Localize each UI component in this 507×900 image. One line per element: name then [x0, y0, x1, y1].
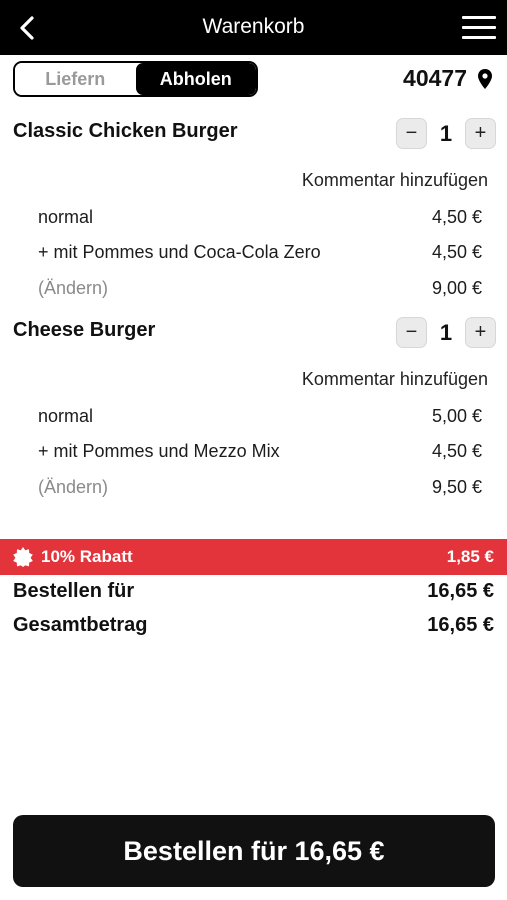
- grand-total-row: Gesamtbetrag 16,65 €: [13, 614, 494, 637]
- item-line: (Ändern) 9,50 €: [38, 477, 482, 498]
- item-line: + mit Pommes und Mezzo Mix 4,50 €: [38, 441, 482, 462]
- item-line-label: + mit Pommes und Coca-Cola Zero: [38, 242, 321, 262]
- grand-total-value: 16,65 €: [427, 614, 494, 636]
- item-subtotal: 9,00 €: [431, 278, 482, 298]
- item-line-price: 4,50 €: [431, 207, 482, 227]
- discount-label: 10% Rabatt: [41, 547, 133, 566]
- place-order-button[interactable]: Bestellen für 16,65 €: [13, 815, 495, 887]
- item-line-price: 5,00 €: [431, 406, 482, 426]
- order-sum-value: 16,65 €: [427, 580, 494, 602]
- item-line-label: normal: [38, 406, 94, 426]
- item-line-label: normal: [38, 207, 94, 227]
- zip-code: 40477: [403, 65, 467, 91]
- item-line-price: 4,50 €: [431, 441, 482, 461]
- cart-item-name: Classic Chicken Burger: [13, 120, 238, 142]
- page-title: Warenkorb: [202, 15, 305, 38]
- add-comment-link[interactable]: Kommentar hinzufügen: [302, 170, 488, 191]
- item-line-price: 4,50 €: [431, 242, 482, 262]
- quantity-stepper: − 1 +: [396, 118, 496, 149]
- increase-quantity-button[interactable]: +: [465, 317, 496, 348]
- discount-bar: 10% Rabatt 1,85 €: [0, 539, 507, 575]
- change-item-link[interactable]: (Ändern): [38, 477, 108, 498]
- change-item-link[interactable]: (Ändern): [38, 278, 108, 299]
- hamburger-menu-icon[interactable]: [462, 16, 496, 40]
- tab-pickup[interactable]: Abholen: [135, 63, 256, 95]
- item-line: (Ändern) 9,00 €: [38, 278, 482, 299]
- delivery-mode-toggle: Liefern Abholen: [13, 61, 258, 97]
- add-comment-link[interactable]: Kommentar hinzufügen: [302, 369, 488, 390]
- location-selector[interactable]: 40477: [403, 65, 493, 92]
- item-subtotal: 9,50 €: [431, 477, 482, 497]
- top-bar: Warenkorb: [0, 0, 507, 55]
- item-line: normal 5,00 €: [38, 406, 482, 427]
- decrease-quantity-button[interactable]: −: [396, 118, 427, 149]
- order-sum-label: Bestellen für: [13, 580, 135, 602]
- quantity-value: 1: [439, 319, 453, 345]
- tab-deliver[interactable]: Liefern: [15, 63, 136, 95]
- quantity-value: 1: [439, 120, 453, 146]
- quantity-stepper: − 1 +: [396, 317, 496, 348]
- item-line: + mit Pommes und Coca-Cola Zero 4,50 €: [38, 242, 482, 263]
- discount-amount: 1,85 €: [446, 547, 494, 566]
- cart-item-name: Cheese Burger: [13, 319, 156, 341]
- badge-star-icon: [13, 547, 33, 567]
- order-sum-row: Bestellen für 16,65 €: [13, 580, 494, 603]
- increase-quantity-button[interactable]: +: [465, 118, 496, 149]
- item-line-label: + mit Pommes und Mezzo Mix: [38, 441, 280, 461]
- item-line: normal 4,50 €: [38, 207, 482, 228]
- grand-total-label: Gesamtbetrag: [13, 614, 148, 636]
- map-pin-icon: [478, 68, 492, 89]
- decrease-quantity-button[interactable]: −: [396, 317, 427, 348]
